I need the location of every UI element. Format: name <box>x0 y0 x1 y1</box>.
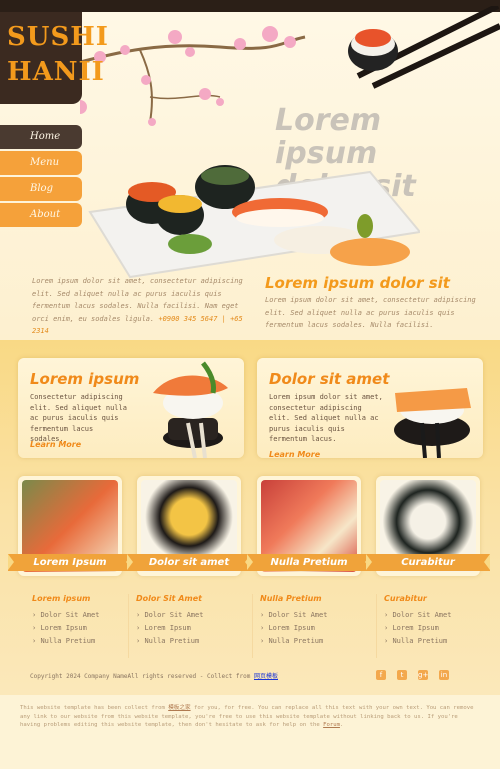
nav-item-menu[interactable]: Menu <box>0 151 82 175</box>
footer-divider <box>252 594 253 658</box>
gallery-label: Curabitur <box>366 554 490 571</box>
bottom-note-text: This website template has been collect f… <box>20 705 165 711</box>
footer-column-title: Curabitur <box>384 594 427 603</box>
shrimp-sushi-image <box>153 361 228 458</box>
footer-column-4: Curabitur › Dolor Sit Amet › Lorem Ipsum… <box>384 594 494 648</box>
gallery-item-3[interactable]: Nulla Pretium <box>247 476 371 576</box>
footer-column-title: Dolor Sit Amet <box>136 594 202 603</box>
copyright-text: Copyright 2024 Company NameAll rights re… <box>30 673 251 680</box>
forum-link[interactable]: Forum <box>323 722 340 728</box>
footer-link[interactable]: › Lorem Ipsum <box>384 622 494 635</box>
footer-link[interactable]: › Dolor Sit Amet <box>32 609 142 622</box>
feature-box-1: Lorem ipsum Consectetur adipiscing elit.… <box>18 358 244 458</box>
hero-left-text: Lorem ipsum dolor sit amet, consectetur … <box>32 275 247 338</box>
footer-link[interactable]: › Nulla Pretium <box>260 635 370 648</box>
learn-more-link[interactable]: Learn More <box>269 450 320 459</box>
feature-text: Consectetur adipiscing elit. Sed aliquet… <box>30 393 127 443</box>
feature-text: Lorem ipsum dolor sit amet, consectetur … <box>269 393 383 443</box>
footer-columns: Lorem ipsum › Dolor Sit Amet › Lorem Ips… <box>20 594 478 664</box>
nav-item-about[interactable]: About <box>0 203 82 227</box>
linkedin-icon[interactable]: in <box>439 670 449 680</box>
facebook-icon[interactable]: f <box>376 670 386 680</box>
footer-divider <box>376 594 377 658</box>
logo-line-1: SUSHI <box>7 22 109 52</box>
logo-line-2: HANII <box>7 57 105 87</box>
chopsticks-sushi-image <box>348 6 500 89</box>
footer-column-title: Lorem ipsum <box>32 594 91 603</box>
logo[interactable]: SUSHI HANII <box>0 12 108 104</box>
gallery-label: Nulla Pretium <box>247 554 371 571</box>
gallery-label: Lorem Ipsum <box>8 554 132 571</box>
salmon-sushi-image <box>394 388 471 458</box>
footer-divider <box>128 594 129 658</box>
feature-title: Lorem ipsum <box>30 370 140 388</box>
copyright-link[interactable]: 网页模板 <box>254 673 278 680</box>
footer-column-title: Nulla Pretium <box>260 594 322 603</box>
nav-item-home[interactable]: Home <box>0 125 82 149</box>
footer-column-1: Lorem ipsum › Dolor Sit Amet › Lorem Ips… <box>32 594 142 648</box>
footer-column-2: Dolor Sit Amet › Dolor Sit Amet › Lorem … <box>136 594 246 648</box>
hero-section: SUSHI HANII Lorem ipsum dolor sit amet! <box>0 6 500 340</box>
gallery-item-2[interactable]: Dolor sit amet <box>127 476 251 576</box>
footer-link[interactable]: › Lorem Ipsum <box>32 622 142 635</box>
footer-link[interactable]: › Lorem Ipsum <box>136 622 246 635</box>
gallery-item-1[interactable]: Lorem Ipsum <box>8 476 132 576</box>
hero-right-title: Lorem ipsum dolor sit <box>265 274 450 292</box>
footer-link[interactable]: › Dolor Sit Amet <box>136 609 246 622</box>
footer-link[interactable]: › Nulla Pretium <box>32 635 142 648</box>
main-nav: Home Menu Blog About <box>0 125 82 229</box>
learn-more-link[interactable]: Learn More <box>30 440 81 449</box>
bottom-note-end: . <box>339 722 344 728</box>
footer-link[interactable]: › Lorem Ipsum <box>260 622 370 635</box>
hero-right-text: Lorem ipsum dolor sit amet, consectetur … <box>265 296 476 329</box>
footer-link[interactable]: › Dolor Sit Amet <box>260 609 370 622</box>
sushi-plate-image <box>88 165 420 279</box>
footer-link[interactable]: › Nulla Pretium <box>384 635 494 648</box>
footer-link[interactable]: › Nulla Pretium <box>136 635 246 648</box>
google-plus-icon[interactable]: g+ <box>418 670 428 680</box>
feature-box-2: Dolor sit amet Lorem ipsum dolor sit ame… <box>257 358 483 459</box>
bottom-note: This website template has been collect f… <box>20 704 480 730</box>
footer-column-3: Nulla Pretium › Dolor Sit Amet › Lorem I… <box>260 594 370 648</box>
copyright: Copyright 2024 Company NameAll rights re… <box>30 671 278 680</box>
gallery-item-4[interactable]: Curabitur <box>366 476 490 576</box>
template-link[interactable]: 模板之家 <box>168 705 190 711</box>
nav-item-blog[interactable]: Blog <box>0 177 82 201</box>
footer-link[interactable]: › Dolor Sit Amet <box>384 609 494 622</box>
feature-title: Dolor sit amet <box>269 370 390 388</box>
twitter-icon[interactable]: t <box>397 670 407 680</box>
gallery-label: Dolor sit amet <box>127 554 251 571</box>
